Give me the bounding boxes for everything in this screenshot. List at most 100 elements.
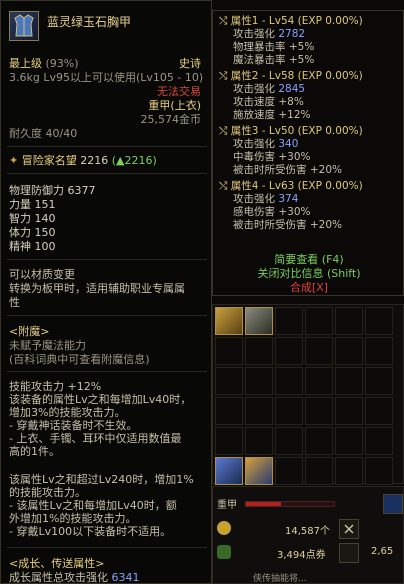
item-tooltip: 蓝灵绿玉石胸甲 最上级 (93%) 史诗 3.6kg Lv95以上可以使用(Lv… <box>0 0 212 584</box>
inventory-slot[interactable] <box>275 457 303 485</box>
inventory-slot[interactable] <box>245 367 273 395</box>
fame-delta: (▲2216) <box>111 154 157 167</box>
bracelet-item-icon[interactable] <box>215 307 243 335</box>
points-row: 3,494点券 2,65 <box>213 543 404 565</box>
property-line: 攻击速度 +8% <box>233 96 304 108</box>
stat-value: 6377 <box>67 184 96 197</box>
divider <box>7 173 207 174</box>
stat-value: 151 <box>34 198 56 211</box>
inventory-footer: 重甲 14,587个 3,494点券 2,65 侠传抽能将... <box>212 486 404 584</box>
inventory-slot[interactable] <box>365 367 393 395</box>
divider <box>7 315 207 316</box>
stat-value: 150 <box>34 226 56 239</box>
points-amount: 3,494点券 <box>277 550 326 561</box>
item-name: 蓝灵绿玉石胸甲 <box>47 15 132 29</box>
fame-row: ✦ 冒险家名望 2216 (▲2216) <box>9 154 157 167</box>
gem-item-icon[interactable] <box>245 457 273 485</box>
inventory-slot[interactable] <box>245 397 273 425</box>
inventory-slot[interactable] <box>305 367 333 395</box>
extra-option-block: 该属性Lv之和超过Lv240时，增加1% 的技能攻击力。 - 该属性Lv之和每增… <box>9 473 207 538</box>
inventory-slot[interactable] <box>275 427 303 455</box>
armor-item-icon[interactable] <box>245 307 273 335</box>
inventory-grid <box>212 304 404 485</box>
close-icon[interactable] <box>339 519 359 539</box>
inventory-slot[interactable] <box>365 307 393 335</box>
property-title: ⤭ 属性4 - Lv63 (EXP 0.00%) <box>219 180 363 192</box>
divider <box>7 146 207 147</box>
shop-icon[interactable] <box>339 543 359 563</box>
inventory-slot[interactable] <box>335 337 363 365</box>
property-line: 感电伤害 +30% <box>233 206 311 218</box>
synthesis-hint[interactable]: 合成[X] <box>213 279 404 295</box>
stat-label: 精神 <box>9 240 31 253</box>
inventory-slot[interactable] <box>215 367 243 395</box>
points-amount-2: 2,65 <box>371 546 394 557</box>
inventory-slot[interactable] <box>335 427 363 455</box>
extra-line: - 该属性Lv之和每增加Lv40时，额 <box>9 499 177 512</box>
weight-row: 重甲 <box>213 493 404 515</box>
inventory-slot[interactable] <box>275 337 303 365</box>
property-line: 被击时所受伤害 +20% <box>233 164 342 176</box>
divider <box>7 259 207 260</box>
growth-title: <成长、传送属性> <box>9 557 105 570</box>
growth-value: 6341 <box>111 571 140 584</box>
divider <box>7 371 207 372</box>
search-icon[interactable] <box>383 494 403 514</box>
level-row: 3.6kg Lv95以上可以使用(Lv105 - 10) <box>9 71 203 84</box>
link-icon: ⤭ <box>219 125 231 137</box>
inventory-slot[interactable] <box>335 307 363 335</box>
inventory-slot[interactable] <box>215 427 243 455</box>
inventory-slot[interactable] <box>305 457 333 485</box>
property-line: 魔法暴击率 +5% <box>233 54 315 66</box>
inventory-slot[interactable] <box>365 397 393 425</box>
stat-row: 物理防御力 6377 <box>9 184 96 197</box>
inventory-slot[interactable] <box>365 337 393 365</box>
enchant-title: <附魔> <box>9 325 50 338</box>
gold-amount: 14,587个 <box>285 526 330 537</box>
stat-label: 物理防御力 <box>9 184 64 197</box>
inventory-slot[interactable] <box>365 427 393 455</box>
chest-armor-icon <box>9 11 39 41</box>
property-line: 施放速度 +12% <box>233 109 311 121</box>
inventory-slot[interactable] <box>335 397 363 425</box>
stat-row: 体力 150 <box>9 226 56 239</box>
inventory-slot[interactable] <box>335 367 363 395</box>
extra-line: - 穿戴Lv100以下装备时不适用。 <box>9 525 172 538</box>
property-title: ⤭ 属性1 - Lv54 (EXP 0.00%) <box>219 15 363 27</box>
fame-value: 2216 <box>80 154 109 167</box>
property-title: ⤭ 属性3 - Lv50 (EXP 0.00%) <box>219 125 363 137</box>
property-line: 被击时所受伤害 +20% <box>233 219 342 231</box>
extra-line: 外增加1%的技能攻击力。 <box>9 512 137 525</box>
inventory-slot[interactable] <box>215 397 243 425</box>
ticker-text: 侠传抽能将... <box>253 574 307 584</box>
inventory-slot[interactable] <box>245 337 273 365</box>
inventory-slot[interactable] <box>275 397 303 425</box>
inventory-slot[interactable] <box>305 337 333 365</box>
chest-item-icon[interactable] <box>215 457 243 485</box>
fame-icon: ✦ <box>9 154 19 167</box>
inventory-slot[interactable] <box>275 367 303 395</box>
durability: 耐久度 40/40 <box>9 127 78 140</box>
armor-label: 重甲 <box>217 500 237 511</box>
inventory-slot[interactable] <box>245 427 273 455</box>
stat-row: 力量 151 <box>9 198 56 211</box>
inventory-slot[interactable] <box>305 397 333 425</box>
weight-bar <box>245 501 335 507</box>
stat-row: 精神 100 <box>9 240 56 253</box>
property-title: ⤭ 属性2 - Lv58 (EXP 0.00%) <box>219 70 363 82</box>
enchant-line-1: 未赋予魔法能力 <box>9 339 86 352</box>
skill-line: - 穿戴神话装备时不生效。 <box>9 419 138 432</box>
link-icon: ⤭ <box>219 15 231 27</box>
inventory-slot[interactable] <box>335 457 363 485</box>
inventory-slot[interactable] <box>305 307 333 335</box>
skill-line: 该装备的属性Lv之和每增加Lv40时， <box>9 393 192 406</box>
rarity: 史诗 <box>179 57 201 70</box>
divider <box>7 547 207 548</box>
inventory-slot[interactable] <box>305 427 333 455</box>
gold-row: 14,587个 <box>213 519 404 541</box>
inventory-slot[interactable] <box>365 457 393 485</box>
stat-label: 力量 <box>9 198 31 211</box>
inventory-slot[interactable] <box>275 307 303 335</box>
skill-line: 技能攻击力 +12% <box>9 380 102 393</box>
inventory-slot[interactable] <box>215 337 243 365</box>
